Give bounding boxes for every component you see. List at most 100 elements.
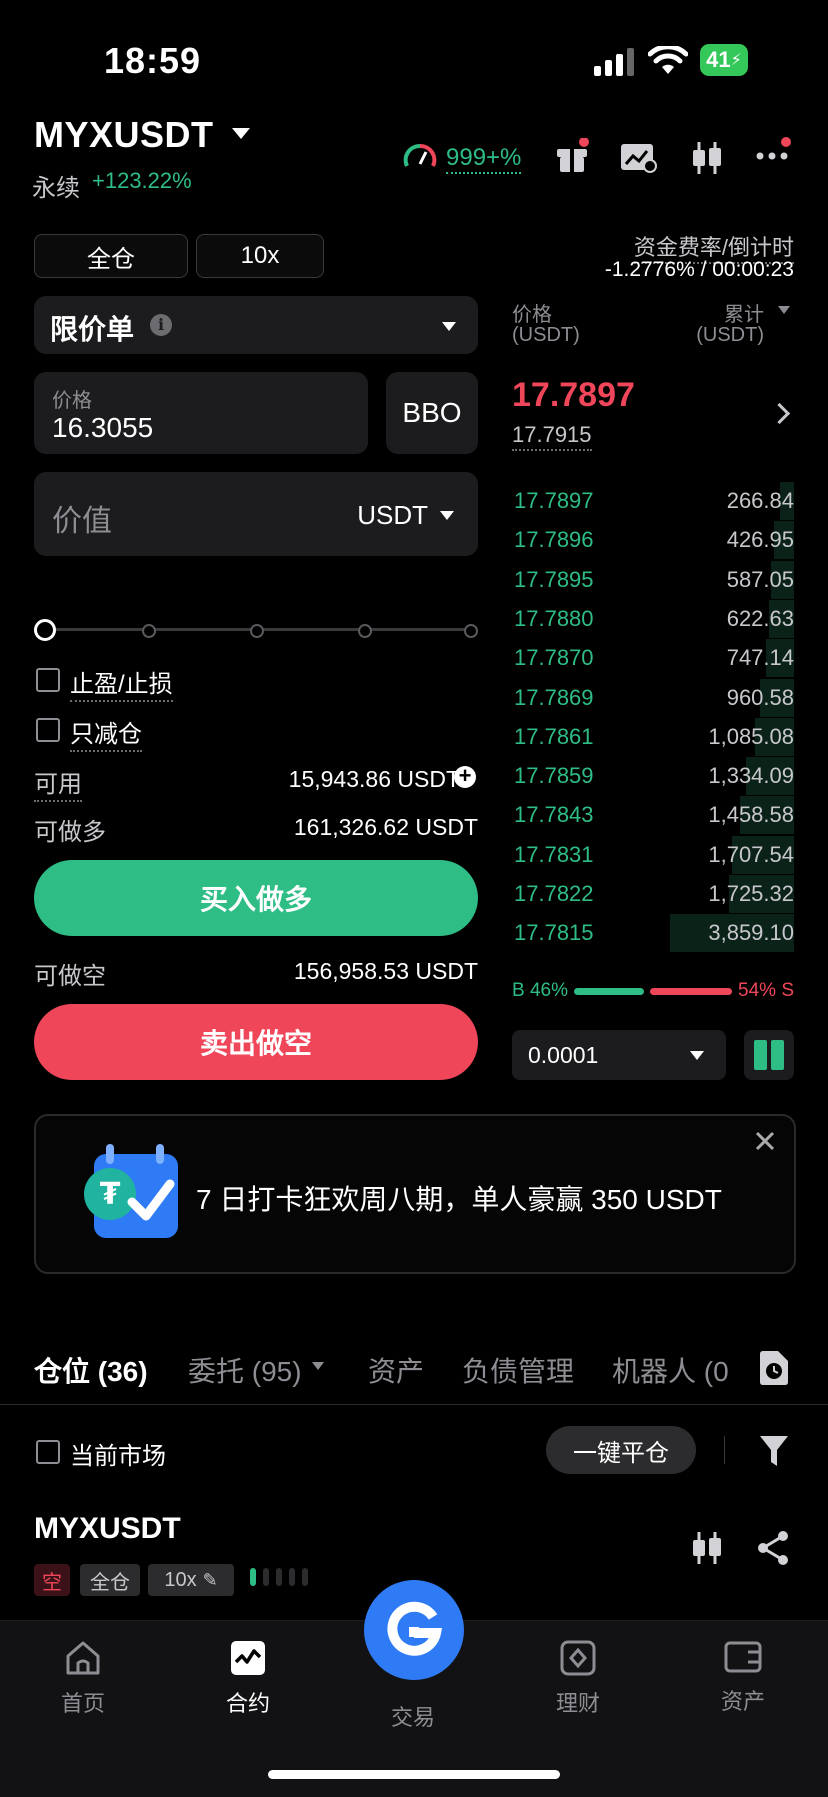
tab-assets[interactable]: 资产 bbox=[368, 1350, 424, 1390]
orderbook-row[interactable]: 17.7831 1,707.54 bbox=[512, 835, 794, 874]
caret-down-icon[interactable] bbox=[778, 306, 790, 314]
bbo-button[interactable]: BBO bbox=[386, 372, 478, 454]
price-field[interactable]: 价格 16.3055 bbox=[34, 372, 368, 454]
position-leverage: 10x bbox=[164, 1568, 197, 1591]
orderbook-amount: 1,707.54 bbox=[708, 841, 794, 867]
orderbook-row[interactable]: 17.7843 1,458.58 bbox=[512, 796, 794, 835]
close-all-label: 一键平仓 bbox=[573, 1439, 669, 1467]
chart-settings-icon[interactable] bbox=[620, 142, 658, 179]
speed-indicator[interactable]: 999+% bbox=[446, 144, 522, 174]
ob-price-unit: (USDT) bbox=[512, 324, 580, 346]
gift-icon[interactable] bbox=[554, 137, 590, 179]
orderbook-row[interactable]: 17.7861 1,085.08 bbox=[512, 717, 794, 756]
ob-price-header: 价格 bbox=[512, 304, 552, 326]
orderbook-price: 17.7895 bbox=[514, 566, 594, 592]
current-market-checkbox[interactable] bbox=[36, 1440, 60, 1464]
caret-down-icon[interactable] bbox=[312, 1362, 324, 1370]
orderbook-row[interactable]: 17.7859 1,334.09 bbox=[512, 757, 794, 796]
tab-bots[interactable]: 机器人 (0 bbox=[612, 1350, 732, 1390]
orderbook-amount: 266.84 bbox=[726, 488, 794, 513]
orderbook-row[interactable]: 17.7896 426.95 bbox=[512, 521, 794, 560]
candlestick-icon[interactable] bbox=[690, 1530, 724, 1571]
orderbook-row[interactable]: 17.7880 622.63 bbox=[512, 599, 794, 638]
orderbook-price: 17.7859 bbox=[514, 763, 594, 789]
chevron-right-icon[interactable] bbox=[768, 402, 791, 425]
orderbook-row[interactable]: 17.7895 587.05 bbox=[512, 560, 794, 599]
position-symbol[interactable]: MYXUSDT bbox=[34, 1512, 181, 1546]
nav-assets[interactable]: 资产 bbox=[683, 1640, 803, 1716]
price-input[interactable]: 16.3055 bbox=[52, 412, 153, 444]
candlestick-icon[interactable] bbox=[690, 140, 724, 181]
slider-tick[interactable] bbox=[142, 624, 156, 638]
orderbook-row[interactable]: 17.7822 1,725.32 bbox=[512, 875, 794, 913]
buy-long-button[interactable]: 买入做多 bbox=[34, 860, 478, 936]
trade-fab-button[interactable] bbox=[364, 1580, 464, 1680]
nav-home-label: 首页 bbox=[60, 1691, 105, 1716]
info-icon[interactable]: i bbox=[150, 314, 172, 336]
position-side-badge: 空 bbox=[34, 1564, 70, 1596]
position-leverage-badge[interactable]: 10x ✎ bbox=[148, 1564, 234, 1596]
tab-orders[interactable]: 委托 (95) bbox=[188, 1350, 302, 1390]
leverage-label: 10x bbox=[240, 242, 280, 269]
amount-slider[interactable] bbox=[34, 618, 478, 642]
margin-mode-button[interactable]: 全仓 bbox=[34, 234, 188, 278]
edit-icon[interactable]: ✎ bbox=[203, 1570, 218, 1591]
reduce-only-checkbox[interactable] bbox=[36, 718, 60, 742]
orderbook-amount: 960.58 bbox=[726, 684, 794, 710]
slider-tick[interactable] bbox=[250, 624, 264, 638]
order-type-select[interactable]: 限价单 i bbox=[34, 296, 478, 354]
promo-text[interactable]: 7 日打卡狂欢周八期，单人豪赢 350 USDT bbox=[196, 1178, 722, 1218]
precision-select[interactable]: 0.0001 bbox=[512, 1030, 726, 1080]
orderbook-row[interactable]: 17.7869 960.58 bbox=[512, 678, 794, 717]
symbol-caret-icon[interactable] bbox=[232, 128, 250, 139]
symbol-selector[interactable]: MYXUSDT bbox=[34, 114, 214, 156]
slider-tick[interactable] bbox=[464, 624, 478, 638]
nav-home[interactable]: 首页 bbox=[23, 1640, 143, 1718]
value-field[interactable]: 价值 USDT bbox=[34, 472, 478, 556]
orderbook-amount: 3,859.10 bbox=[708, 920, 794, 946]
tab-liability[interactable]: 负债管理 bbox=[462, 1350, 574, 1390]
value-unit-select[interactable]: USDT bbox=[357, 500, 428, 531]
orderbook-row[interactable]: 17.7870 747.14 bbox=[512, 639, 794, 678]
tabs-divider bbox=[0, 1404, 828, 1405]
risk-level-indicator bbox=[250, 1566, 310, 1593]
sell-short-button[interactable]: 卖出做空 bbox=[34, 1004, 478, 1080]
promo-banner[interactable]: ₮ 7 日打卡狂欢周八期，单人豪赢 350 USDT bbox=[34, 1114, 796, 1274]
price-change: +123.22% bbox=[92, 168, 192, 193]
buy-ratio-bar bbox=[574, 988, 644, 995]
add-funds-icon[interactable]: + bbox=[454, 765, 476, 788]
wifi-icon bbox=[647, 44, 689, 81]
tp-sl-checkbox[interactable] bbox=[36, 668, 60, 692]
slider-tick[interactable] bbox=[358, 624, 372, 638]
speed-gauge-icon[interactable] bbox=[402, 140, 438, 177]
close-all-button[interactable]: 一键平仓 bbox=[546, 1426, 696, 1474]
available-label: 可用 bbox=[34, 764, 82, 802]
layout-toggle-icon[interactable] bbox=[744, 1030, 794, 1080]
share-icon[interactable] bbox=[756, 1530, 790, 1571]
value-input[interactable]: 价值 bbox=[52, 496, 112, 540]
bbo-label: BBO bbox=[402, 397, 462, 428]
orderbook-row[interactable]: 17.7897 266.84 bbox=[512, 482, 794, 520]
close-icon[interactable] bbox=[754, 1130, 776, 1157]
orderbook-amount: 1,458.58 bbox=[708, 802, 794, 828]
sell-short-label: 卖出做空 bbox=[199, 1028, 312, 1059]
orderbook-price: 17.7896 bbox=[514, 527, 594, 553]
tab-positions[interactable]: 仓位 (36) bbox=[34, 1350, 148, 1390]
ob-sum-header[interactable]: 累计 bbox=[724, 298, 764, 327]
current-market-label[interactable]: 当前市场 bbox=[70, 1436, 166, 1471]
orderbook-price: 17.7861 bbox=[514, 723, 594, 749]
leverage-button[interactable]: 10x bbox=[196, 234, 324, 278]
chevron-down-icon[interactable] bbox=[440, 511, 454, 520]
nav-trade[interactable]: 交易 bbox=[353, 1700, 473, 1732]
nav-futures[interactable]: 合约 bbox=[188, 1640, 308, 1718]
history-icon[interactable] bbox=[758, 1350, 790, 1391]
margin-mode-label: 全仓 bbox=[87, 245, 135, 273]
slider-handle[interactable] bbox=[34, 619, 56, 641]
nav-earn[interactable]: 理财 bbox=[518, 1640, 638, 1718]
more-icon[interactable] bbox=[756, 136, 796, 171]
filter-icon[interactable] bbox=[758, 1434, 790, 1473]
buy-ratio-label: B 46% bbox=[512, 980, 568, 1001]
reduce-only-label[interactable]: 只减仓 bbox=[70, 714, 142, 752]
tp-sl-label[interactable]: 止盈/止损 bbox=[70, 664, 173, 702]
orderbook-row[interactable]: 17.7815 3,859.10 bbox=[512, 914, 794, 953]
